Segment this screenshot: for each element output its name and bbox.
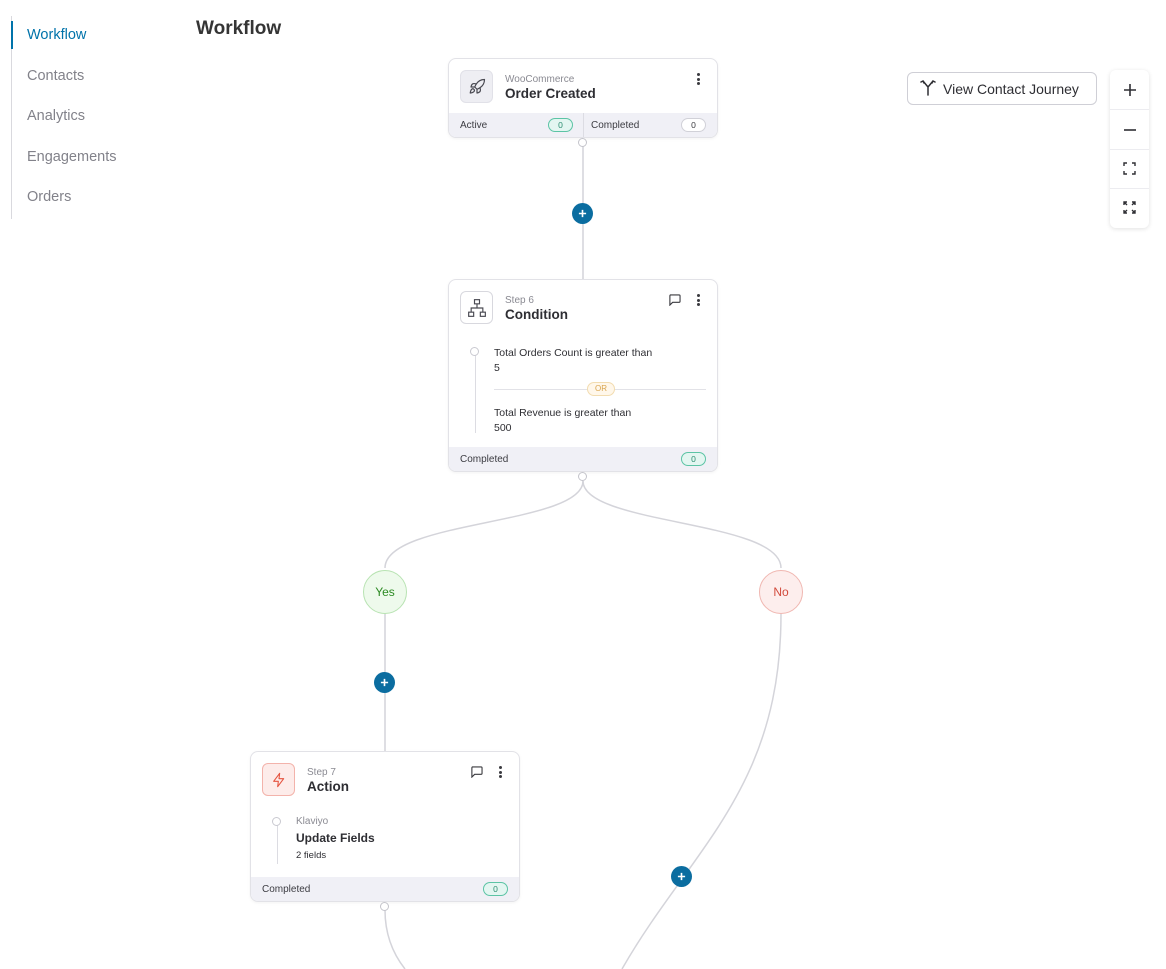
lightning-icon [262,763,295,796]
trigger-title: Order Created [505,86,596,101]
completed-label: Completed [262,883,311,895]
action-detail: 2 fields [296,850,327,861]
sidebar-nav: Workflow Contacts Analytics Engagements … [11,16,151,219]
completed-count-badge: 0 [483,882,508,896]
view-contact-journey-button[interactable]: View Contact Journey [907,72,1097,105]
or-badge: OR [587,382,615,396]
branch-no[interactable]: No [759,570,803,614]
rule-1-value: 5 [494,362,500,374]
trigger-output-port[interactable] [578,138,587,147]
add-step-button[interactable] [671,866,692,887]
rule-1-text: Total Orders Count is greater than [494,347,653,359]
fit-screen-icon[interactable] [1110,149,1149,188]
plus-icon [578,209,587,218]
action-menu-icon[interactable] [495,765,505,779]
condition-stats: Completed 0 [449,447,717,471]
completed-count-badge: 0 [681,118,706,132]
condition-menu-icon[interactable] [693,293,703,307]
sitemap-icon [460,291,493,324]
action-dot [272,817,281,826]
rocket-icon [460,70,493,103]
action-step-label: Step 7 [307,767,336,778]
rule-rail [475,352,476,433]
action-stats: Completed 0 [251,877,519,901]
plus-icon [677,872,686,881]
branch-split-icon [920,78,936,99]
page-title: Workflow [196,18,282,39]
add-step-button[interactable] [572,203,593,224]
sidebar-item-engagements[interactable]: Engagements [12,138,151,179]
plus-icon [380,678,389,687]
trigger-source: WooCommerce [505,74,575,85]
condition-output-port[interactable] [578,472,587,481]
zoom-out-icon[interactable] [1110,110,1149,149]
action-integration: Klaviyo [296,816,329,827]
add-step-button[interactable] [374,672,395,693]
comment-icon[interactable] [470,765,483,783]
sidebar-item-workflow[interactable]: Workflow [11,16,151,57]
rule-dot [470,347,479,356]
comment-icon[interactable] [668,293,681,311]
completed-label: Completed [591,119,640,131]
branch-yes[interactable]: Yes [363,570,407,614]
trigger-menu-icon[interactable] [693,72,703,86]
condition-title: Condition [505,307,568,322]
rule-2-text: Total Revenue is greater than [494,407,632,419]
action-card[interactable]: Step 7 Action Klaviyo Update Fields 2 fi… [250,751,520,902]
sidebar-item-contacts[interactable]: Contacts [12,57,151,98]
active-count-badge: 0 [548,118,573,132]
trigger-stats: Active 0 Completed 0 [449,113,717,137]
fullscreen-icon[interactable] [1110,188,1149,227]
trigger-card[interactable]: WooCommerce Order Created Active 0 Compl… [448,58,718,138]
sidebar-item-orders[interactable]: Orders [12,178,151,219]
completed-count-badge: 0 [681,452,706,466]
active-label: Active [460,119,488,131]
completed-label: Completed [460,453,509,465]
action-name: Update Fields [296,831,375,845]
action-rail [277,824,278,864]
view-contact-journey-label: View Contact Journey [943,80,1079,97]
condition-card[interactable]: Step 6 Condition Total Orders Count is g… [448,279,718,472]
sidebar-item-analytics[interactable]: Analytics [12,97,151,138]
rule-2-value: 500 [494,422,512,434]
action-title: Action [307,779,349,794]
zoom-controls [1110,70,1149,228]
action-output-port[interactable] [380,902,389,911]
condition-step-label: Step 6 [505,295,534,306]
zoom-in-icon[interactable] [1110,70,1149,109]
